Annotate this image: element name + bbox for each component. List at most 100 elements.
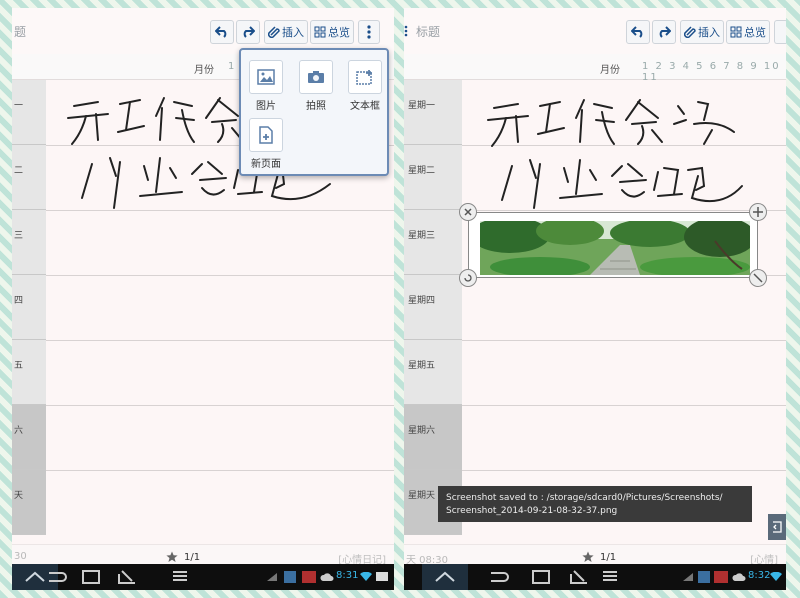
cloud-icon	[320, 573, 334, 581]
undo-button[interactable]	[626, 20, 650, 44]
row-divider	[462, 470, 786, 471]
page-number: 1/1	[184, 551, 201, 563]
menu-icon[interactable]	[602, 570, 618, 582]
textbox-label: 文本框	[350, 101, 380, 112]
more-button[interactable]	[774, 20, 786, 44]
move-icon[interactable]	[749, 203, 767, 221]
app-icon	[284, 571, 296, 583]
row-divider	[462, 340, 786, 341]
weekday-4: 星期四	[404, 275, 462, 340]
top-bar: 标题 插入 总览	[404, 8, 786, 54]
photo-label: 拍照	[306, 101, 326, 112]
weekday-5: 星期五	[404, 340, 462, 405]
picture-icon	[249, 60, 283, 94]
home-icon	[25, 571, 45, 582]
new-page-item[interactable]: 新页面	[246, 118, 286, 170]
weekday-3: 三	[12, 210, 46, 275]
row-divider	[46, 275, 394, 276]
battery-icon	[376, 572, 388, 581]
overview-button[interactable]: 总览	[310, 20, 354, 44]
home-button[interactable]	[422, 564, 468, 590]
screenshot-toast: Screenshot saved to : /storage/sdcard0/P…	[438, 486, 752, 522]
notification-icon	[302, 571, 316, 583]
overview-button[interactable]: 总览	[726, 20, 770, 44]
insert-label: 插入	[698, 26, 720, 39]
insert-label: 插入	[282, 26, 304, 39]
drag-handle-icon[interactable]	[404, 25, 408, 37]
notification-icon	[714, 571, 728, 583]
footer-time: 30	[14, 551, 27, 562]
weekday-7: 天	[12, 470, 46, 535]
row-divider	[46, 340, 394, 341]
more-icon	[367, 25, 371, 39]
insert-picture-item[interactable]: 图片	[246, 60, 286, 112]
left-screen: 题 插入 总览 月份 1 一 二 三 四 五 六 天 图片 拍照 文本框 新页面…	[12, 8, 394, 590]
weekday-1: 星期一	[404, 80, 462, 145]
weekday-column: 星期一 星期二 星期三 星期四 星期五 星期六 星期天	[404, 80, 462, 544]
month-numbers[interactable]: 1 2 3 4 5 6 7 8 9 10 11	[642, 61, 786, 83]
weekday-2: 星期二	[404, 145, 462, 210]
star-icon[interactable]	[166, 551, 178, 563]
new-page-icon	[249, 118, 283, 152]
month-label: 月份	[600, 65, 620, 76]
star-icon[interactable]	[582, 551, 594, 563]
row-divider	[462, 405, 786, 406]
resize-icon[interactable]	[749, 269, 767, 287]
back-icon[interactable]	[488, 570, 510, 584]
right-screen: 标题 插入 总览 月份 1 2 3 4 5 6 7 8 9 10 11 星期一 …	[404, 8, 786, 590]
undo-button[interactable]	[210, 20, 234, 44]
signal-icon	[683, 573, 693, 581]
close-icon[interactable]	[459, 203, 477, 221]
wifi-icon	[360, 572, 372, 581]
take-photo-item[interactable]: 拍照	[296, 60, 336, 112]
weekday-6: 星期六	[404, 405, 462, 470]
page-indicator: 1/1	[582, 551, 616, 563]
screenshot-icon[interactable]	[118, 570, 136, 584]
month-number[interactable]: 1	[228, 61, 236, 72]
insert-button[interactable]: 插入	[680, 20, 724, 44]
status-clock: 8:31	[336, 570, 359, 581]
expand-icon	[773, 521, 782, 533]
month-row: 月份 1 2 3 4 5 6 7 8 9 10 11	[404, 54, 786, 83]
grid-icon	[730, 26, 742, 38]
system-nav-bar: 8:32	[404, 564, 786, 590]
page-number: 1/1	[600, 551, 617, 563]
side-drawer-tab[interactable]	[768, 514, 786, 540]
note-title[interactable]: 标题	[416, 23, 440, 40]
weekday-3: 星期三	[404, 210, 462, 275]
weekday-1: 一	[12, 80, 46, 145]
picture-label: 图片	[256, 101, 276, 112]
handwriting-strokes[interactable]	[472, 90, 772, 210]
status-clock: 8:32	[748, 570, 771, 581]
weekday-4: 四	[12, 275, 46, 340]
recent-icon[interactable]	[532, 570, 550, 584]
inserted-garden-photo	[480, 221, 750, 275]
app-icon	[698, 571, 710, 583]
attach-icon	[268, 26, 280, 38]
screenshot-icon[interactable]	[570, 570, 588, 584]
undo-icon	[215, 26, 227, 38]
row-divider	[462, 210, 786, 211]
redo-icon	[243, 26, 255, 38]
inserted-image-frame[interactable]	[459, 203, 767, 287]
rotate-icon[interactable]	[459, 269, 477, 287]
note-title[interactable]: 题	[14, 23, 26, 40]
row-divider	[46, 470, 394, 471]
insert-button[interactable]: 插入	[264, 20, 308, 44]
overview-label: 总览	[744, 26, 766, 39]
new-page-label: 新页面	[251, 159, 281, 170]
more-button[interactable]	[358, 20, 380, 44]
weekday-column: 一 二 三 四 五 六 天	[12, 80, 46, 544]
month-label: 月份	[194, 65, 214, 76]
back-icon[interactable]	[46, 570, 68, 584]
insert-menu: 图片 拍照 文本框 新页面	[239, 48, 389, 176]
signal-icon	[267, 573, 277, 581]
textbox-icon	[348, 60, 382, 94]
redo-button[interactable]	[652, 20, 676, 44]
overview-label: 总览	[328, 26, 350, 39]
menu-icon[interactable]	[172, 570, 188, 582]
recent-icon[interactable]	[82, 570, 100, 584]
home-icon	[435, 571, 455, 582]
insert-textbox-item[interactable]: 文本框	[345, 60, 385, 112]
redo-button[interactable]	[236, 20, 260, 44]
